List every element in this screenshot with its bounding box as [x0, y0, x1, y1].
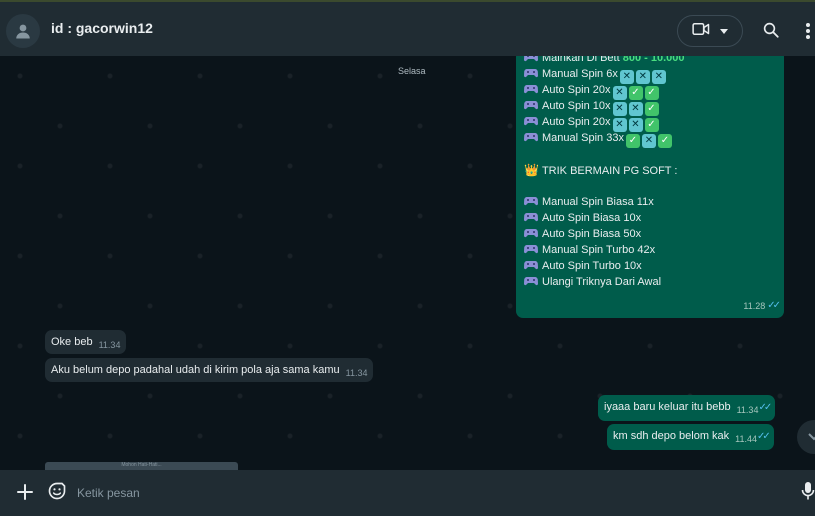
message-line: Ulangi Triknya Dari Awal: [523, 274, 776, 290]
message-line: Auto Spin 20x ✕ ✕ ✓: [523, 114, 776, 132]
message-lines: Mainkan Di Bett 800 - 10.000 Manual Spin …: [523, 56, 776, 290]
line-text: Manual Spin 6x: [542, 68, 618, 80]
message-time: 11.34: [345, 368, 368, 378]
check-mark-icon: ✓: [657, 134, 672, 148]
message-composer: [0, 470, 815, 516]
attach-button[interactable]: [14, 481, 36, 503]
line-text: Auto Spin Biasa 50x: [542, 228, 642, 240]
check-mark-icon: ✓: [625, 134, 640, 148]
outgoing-message[interactable]: km sdh depo belom kak 11.44✓✓: [607, 424, 774, 450]
incoming-message[interactable]: Aku belum depo padahal udah di kirim pol…: [45, 358, 374, 382]
gamepad-icon: [523, 83, 539, 94]
line-text: Auto Spin 20x: [542, 116, 611, 128]
message-text: km sdh depo belom kak: [613, 430, 730, 442]
day-label: Selasa: [398, 66, 426, 76]
message-meta: 11.28 ✓✓: [743, 298, 781, 314]
chat-title[interactable]: id : gacorwin12: [51, 20, 153, 36]
chevron-down-icon: [720, 22, 728, 40]
sticker-icon: [47, 482, 67, 505]
gamepad-icon: [523, 227, 539, 238]
gamepad-icon: [523, 259, 539, 270]
message-line: Auto Spin Biasa 50x: [523, 226, 776, 242]
line-text: Auto Spin Turbo 10x: [542, 260, 642, 272]
gamepad-icon: [523, 195, 539, 206]
gamepad-icon: [523, 211, 539, 222]
chat-header: id : gacorwin12: [0, 4, 815, 56]
gamepad-icon: [523, 99, 539, 110]
sticker-button[interactable]: [47, 481, 69, 503]
media-preview-bar[interactable]: Mohon Hati-Hati...: [45, 462, 238, 470]
message-text: Oke beb: [51, 336, 93, 348]
read-ticks-icon: ✓✓: [758, 402, 772, 413]
message-line: Auto Spin Biasa 10x: [523, 210, 776, 226]
message-time: 11.28: [743, 301, 766, 311]
message-line: Manual Spin Turbo 42x: [523, 242, 776, 258]
search-button[interactable]: [762, 21, 782, 41]
message-line: Manual Spin Biasa 11x: [523, 194, 776, 210]
microphone-button[interactable]: [801, 481, 815, 503]
message-time: 11.34: [736, 405, 759, 415]
line-text: Manual Spin Turbo 42x: [542, 244, 656, 256]
line-text: Auto Spin 20x: [542, 84, 611, 96]
video-call-icon: [692, 22, 710, 41]
message-text: Aku belum depo padahal udah di kirim pol…: [51, 364, 340, 376]
chat-area[interactable]: Selasa Mainkan Di Bett 800 - 10.000 Manua…: [0, 56, 815, 470]
gamepad-icon: [523, 275, 539, 286]
user-avatar-icon[interactable]: [6, 14, 40, 48]
more-vertical-icon: [805, 23, 811, 44]
message-time: 11.44: [735, 434, 758, 444]
crown-icon: 👑: [524, 163, 539, 177]
outgoing-message[interactable]: iyaaa baru keluar itu bebb 11.34✓✓: [598, 395, 776, 421]
read-ticks-icon: ✓✓: [757, 431, 771, 442]
message-time: 11.34: [98, 340, 121, 350]
line-text: Auto Spin Biasa 10x: [542, 212, 642, 224]
microphone-icon: [801, 482, 815, 505]
message-line: Mainkan Di Bett 800 - 10.000: [523, 56, 776, 66]
gamepad-icon: [523, 67, 539, 78]
gamepad-icon: [523, 56, 539, 62]
message-input[interactable]: [77, 480, 777, 506]
outgoing-message-tricks[interactable]: Mainkan Di Bett 800 - 10.000 Manual Spin …: [516, 56, 784, 318]
video-call-button[interactable]: [677, 15, 743, 47]
plus-icon: [14, 484, 36, 507]
menu-button[interactable]: [805, 22, 811, 40]
message-line: Auto Spin Turbo 10x: [523, 258, 776, 274]
line-text: Auto Spin 10x: [542, 100, 611, 112]
line-text: TRIK BERMAIN PG SOFT :: [541, 165, 678, 177]
message-line: Manual Spin 33x ✓ ✕ ✓: [523, 130, 776, 148]
search-icon: [762, 22, 780, 43]
message-text: iyaaa baru keluar itu bebb: [604, 401, 731, 413]
message-line: Auto Spin 20x ✕ ✓ ✓: [523, 82, 776, 100]
line-text: Manual Spin Biasa 11x: [542, 196, 654, 208]
line-text: Manual Spin 33x: [542, 132, 624, 144]
message-line: 👑 TRIK BERMAIN PG SOFT :: [524, 162, 776, 178]
read-ticks-icon: ✓✓: [767, 300, 781, 311]
gamepad-icon: [523, 131, 539, 142]
line-text: Ulangi Triknya Dari Awal: [542, 276, 662, 288]
gamepad-icon: [523, 115, 539, 126]
incoming-message[interactable]: Oke beb 11.34: [45, 330, 127, 354]
chevron-down-icon: [808, 428, 815, 446]
cross-mark-icon: ✕: [641, 134, 656, 148]
message-line: Manual Spin 6x ✕ ✕ ✕: [523, 66, 776, 84]
gamepad-icon: [523, 243, 539, 254]
bet-range-text: 800 - 10.000: [622, 56, 685, 64]
message-line: Auto Spin 10x ✕ ✕ ✓: [523, 98, 776, 116]
line-text: Mainkan Di Bett: [542, 56, 623, 64]
